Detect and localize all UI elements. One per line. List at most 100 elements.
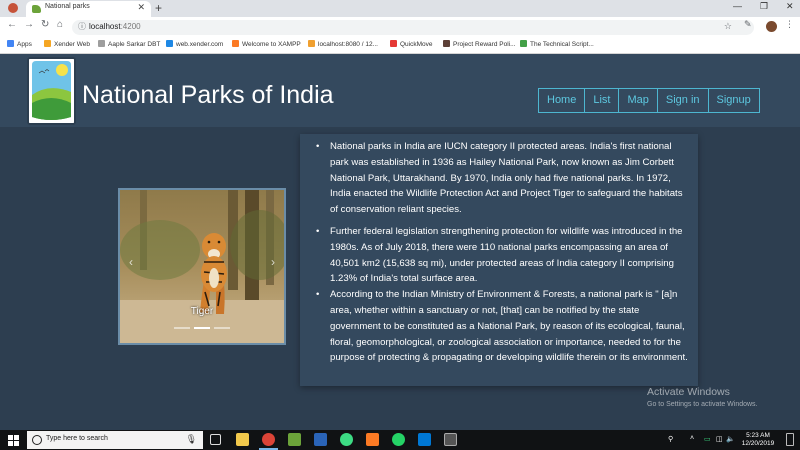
- info-paragraph: National parks in India are IUCN categor…: [316, 139, 688, 218]
- nav-home[interactable]: Home: [539, 89, 586, 112]
- carousel-indicator[interactable]: [214, 327, 230, 329]
- bookmark-label: Aaple Sarkar DBT: [108, 41, 161, 48]
- bookmark-item[interactable]: QuickMove: [390, 40, 433, 48]
- bookmark-item[interactable]: Aaple Sarkar DBT: [98, 40, 160, 48]
- carousel-prev-icon[interactable]: ‹: [129, 255, 133, 269]
- url-host: localhost: [89, 22, 121, 31]
- bookmarks-bar: Apps Xender Web Aaple Sarkar DBT web.xen…: [0, 37, 800, 54]
- site-title: National Parks of India: [82, 81, 334, 109]
- browser-tab[interactable]: National parks ✕: [26, 1, 151, 17]
- activate-windows-watermark: Activate Windows Go to Settings to activ…: [647, 386, 758, 408]
- carousel-indicator[interactable]: [174, 327, 190, 329]
- window-menu-icon[interactable]: [8, 3, 18, 13]
- bookmark-item[interactable]: The Technical Script...: [520, 40, 594, 48]
- terminal-icon[interactable]: [444, 433, 457, 446]
- windows-taskbar: Type here to search 🎙 ⚲ ˄ ▭ ◫ 🔈 5:23 AM …: [0, 430, 800, 450]
- page-content: National Parks of India Home List Map Si…: [0, 54, 800, 430]
- xampp-icon[interactable]: [366, 433, 379, 446]
- carousel-indicators: [174, 327, 230, 329]
- profile-avatar[interactable]: [766, 21, 777, 32]
- url-port: :4200: [120, 22, 141, 31]
- forward-icon[interactable]: →: [24, 19, 34, 30]
- nav-sign-in[interactable]: Sign in: [658, 89, 709, 112]
- maximize-button[interactable]: ❐: [760, 1, 768, 12]
- nav-signup[interactable]: Signup: [709, 89, 759, 112]
- close-window-button[interactable]: ✕: [786, 1, 794, 12]
- watermark-title: Activate Windows: [647, 386, 730, 398]
- bookmark-favicon-icon: [308, 40, 315, 47]
- bookmark-item[interactable]: Project Reward Poli...: [443, 40, 516, 48]
- bookmark-label: Apps: [17, 41, 32, 48]
- bookmark-favicon-icon: [44, 40, 51, 47]
- bookmark-favicon-icon: [232, 40, 239, 47]
- bookmark-apps[interactable]: Apps: [7, 40, 32, 48]
- taskbar-clock[interactable]: 5:23 AM 12/20/2019: [738, 432, 778, 448]
- bookmark-favicon-icon: [98, 40, 105, 47]
- bookmark-item[interactable]: Welcome to XAMPP: [232, 40, 301, 48]
- landscape-logo-icon: [29, 59, 74, 123]
- image-carousel[interactable]: ‹ › Tiger: [118, 188, 286, 345]
- bookmark-item[interactable]: localhost:8080 / 12...: [308, 40, 378, 48]
- carousel-next-icon[interactable]: ›: [271, 255, 275, 269]
- url-input[interactable]: ⓘ localhost:4200 ☆: [72, 20, 754, 35]
- volume-icon[interactable]: 🔈: [726, 435, 735, 443]
- bookmark-favicon-icon: [520, 40, 527, 47]
- notifications-icon[interactable]: [786, 433, 794, 446]
- bookmark-label: localhost:8080 / 12...: [318, 41, 378, 48]
- notepad-icon[interactable]: [288, 433, 301, 446]
- bookmark-label: web.xender.com: [176, 41, 224, 48]
- minimize-button[interactable]: —: [733, 1, 742, 11]
- windows-start-icon[interactable]: [8, 435, 19, 446]
- bookmark-label: Project Reward Poli...: [453, 41, 516, 48]
- bookmark-favicon-icon: [443, 40, 450, 47]
- chrome-icon[interactable]: [259, 433, 278, 450]
- watermark-subtitle: Go to Settings to activate Windows.: [647, 401, 758, 408]
- vscode-icon[interactable]: [418, 433, 431, 446]
- network-icon[interactable]: ◫: [716, 435, 723, 443]
- extension-icon[interactable]: ✎: [744, 19, 752, 30]
- bookmark-label: QuickMove: [400, 41, 433, 48]
- bookmark-label: Welcome to XAMPP: [242, 41, 301, 48]
- android-icon[interactable]: [340, 433, 353, 446]
- nav-map[interactable]: Map: [619, 89, 658, 112]
- main-nav: Home List Map Sign in Signup: [538, 88, 760, 113]
- tab-title: National parks: [45, 3, 90, 10]
- nav-list[interactable]: List: [585, 89, 620, 112]
- tab-favicon-icon: [32, 5, 41, 13]
- battery-icon[interactable]: ▭: [704, 435, 711, 443]
- info-paragraph: Further federal legislation strengthenin…: [316, 224, 688, 287]
- bookmark-label: Xender Web: [54, 41, 91, 48]
- clock-time: 5:23 AM: [746, 432, 770, 439]
- chrome-menu-icon[interactable]: ⋮: [785, 19, 794, 30]
- bookmark-item[interactable]: web.xender.com: [166, 40, 223, 48]
- tray-chevron-icon[interactable]: ˄: [690, 435, 694, 442]
- url-text: localhost:4200: [89, 22, 141, 31]
- bookmark-item[interactable]: Xender Web: [44, 40, 90, 48]
- apps-grid-icon: [7, 40, 14, 47]
- new-tab-button[interactable]: +: [155, 1, 162, 15]
- info-card: National parks in India are IUCN categor…: [300, 134, 698, 386]
- app-icon[interactable]: [314, 433, 327, 446]
- bookmark-favicon-icon: [166, 40, 173, 47]
- home-icon[interactable]: ⌂: [57, 19, 63, 30]
- people-icon[interactable]: ⚲: [668, 435, 673, 443]
- info-list: National parks in India are IUCN categor…: [316, 139, 688, 366]
- bookmark-star-icon[interactable]: ☆: [724, 21, 732, 32]
- microphone-icon[interactable]: 🎙: [186, 434, 197, 445]
- back-icon[interactable]: ←: [7, 19, 17, 30]
- search-placeholder: Type here to search: [46, 435, 108, 442]
- task-view-icon[interactable]: [210, 434, 221, 445]
- carousel-indicator-active[interactable]: [194, 327, 210, 329]
- clock-date: 12/20/2019: [741, 440, 775, 447]
- address-bar-row: ← → ↻ ⌂ ⓘ localhost:4200 ☆ ✎ ⋮: [0, 17, 800, 37]
- site-logo[interactable]: [27, 57, 76, 125]
- bookmark-favicon-icon: [390, 40, 397, 47]
- file-explorer-icon[interactable]: [236, 433, 249, 446]
- site-info-icon[interactable]: ⓘ: [78, 21, 86, 32]
- tiger-photo: [120, 190, 284, 343]
- cortana-icon: [32, 435, 42, 445]
- taskbar-search-input[interactable]: Type here to search 🎙: [27, 431, 203, 449]
- reload-icon[interactable]: ↻: [41, 19, 49, 30]
- whatsapp-icon[interactable]: [392, 433, 405, 446]
- tab-close-icon[interactable]: ✕: [137, 2, 145, 13]
